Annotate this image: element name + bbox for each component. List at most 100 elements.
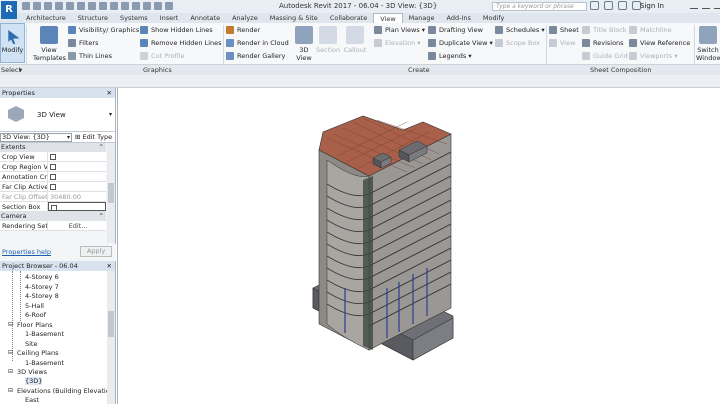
render-in-cloud-button[interactable]: Render in Cloud xyxy=(226,39,289,47)
filters-button[interactable]: Filters xyxy=(68,39,98,47)
tree-item[interactable]: 4-Storey 7 xyxy=(25,283,59,291)
close-icon[interactable]: ✕ xyxy=(107,261,112,271)
view-reference-button[interactable]: View Reference xyxy=(629,39,690,47)
visibility-graphics-button[interactable]: Visibility/ Graphics xyxy=(68,26,139,34)
collapse-icon[interactable]: ⊟ xyxy=(8,321,13,328)
undo-icon[interactable] xyxy=(55,2,63,10)
text-icon[interactable] xyxy=(110,2,118,10)
view-templates-button[interactable]: View Templates xyxy=(33,26,66,62)
property-value[interactable] xyxy=(48,172,106,181)
tree-item[interactable]: 4-Storey 6 xyxy=(25,273,59,281)
legends-button[interactable]: Legends ▾ xyxy=(428,52,472,60)
checkbox[interactable] xyxy=(50,183,56,190)
close-icon[interactable]: ✕ xyxy=(107,88,112,98)
search-icon[interactable] xyxy=(590,1,599,10)
render-gallery-button[interactable]: Render Gallery xyxy=(226,52,285,60)
tree-item[interactable]: 1-Basement xyxy=(25,359,64,367)
tree-item[interactable]: Floor Plans xyxy=(17,321,52,329)
revit-logo-icon[interactable]: R xyxy=(1,1,17,19)
help-icon[interactable] xyxy=(702,1,710,9)
subscription-icon[interactable] xyxy=(604,1,613,10)
elevation-button[interactable]: Elevation ▾ xyxy=(374,39,421,47)
plan-views-button[interactable]: Plan Views ▾ xyxy=(374,26,425,34)
show-hidden-lines-button[interactable]: Show Hidden Lines xyxy=(140,26,213,34)
rendering-edit-button[interactable]: Edit... xyxy=(48,221,106,230)
tab-structure[interactable]: Structure xyxy=(72,13,114,23)
tab-analyze[interactable]: Analyze xyxy=(226,13,264,23)
tab-add-ins[interactable]: Add-Ins xyxy=(441,13,477,23)
property-value[interactable] xyxy=(48,182,106,191)
sign-in-button[interactable]: Sign In xyxy=(640,2,664,10)
3d-view-icon[interactable] xyxy=(121,2,129,10)
collapse-icon[interactable]: ⊟ xyxy=(8,349,13,356)
drafting-view-button[interactable]: Drafting View xyxy=(428,26,483,34)
property-value[interactable] xyxy=(48,202,106,211)
section-icon[interactable] xyxy=(132,2,140,10)
checkbox[interactable] xyxy=(50,173,56,180)
tab-modify[interactable]: Modify xyxy=(477,13,511,23)
scope-box-button[interactable]: Scope Box xyxy=(495,39,540,47)
checkbox[interactable] xyxy=(50,153,56,160)
sheet-button[interactable]: Sheet xyxy=(549,26,579,34)
exchange-icon[interactable] xyxy=(690,1,698,9)
properties-help-link[interactable]: Properties help xyxy=(2,248,51,256)
measure-icon[interactable] xyxy=(88,2,96,10)
switch-windows-button[interactable]: Switch Windows xyxy=(696,26,720,62)
minimize-icon[interactable] xyxy=(714,1,720,9)
tab-massing-site[interactable]: Massing & Site xyxy=(264,13,324,23)
dimension-icon[interactable] xyxy=(99,2,107,10)
save-icon[interactable] xyxy=(33,2,41,10)
property-value[interactable] xyxy=(48,152,106,161)
tree-item[interactable]: Elevations (Building Elevation xyxy=(17,387,114,395)
switch-windows-icon[interactable] xyxy=(165,2,173,10)
tree-item[interactable]: East xyxy=(25,396,39,404)
properties-scrollbar[interactable] xyxy=(107,143,115,243)
tree-item[interactable]: 4-Storey 8 xyxy=(25,292,59,300)
category-extents[interactable]: Extents ⌃ xyxy=(0,143,106,152)
browser-scrollbar[interactable] xyxy=(107,271,115,404)
view-button[interactable]: View xyxy=(549,39,575,47)
sync-icon[interactable] xyxy=(44,2,52,10)
instance-select[interactable]: 3D View: {3D} xyxy=(0,132,72,142)
chevron-down-icon[interactable]: ▾ xyxy=(19,66,22,74)
guide-grid-button[interactable]: Guide Grid xyxy=(582,52,628,60)
checkbox[interactable] xyxy=(51,204,57,210)
3d-viewport[interactable] xyxy=(117,88,720,404)
thin-lines-button[interactable]: Thin Lines xyxy=(68,52,112,60)
tab-annotate[interactable]: Annotate xyxy=(184,13,226,23)
tree-item-selected[interactable]: {3D} xyxy=(25,377,43,385)
render-button[interactable]: Render xyxy=(226,26,260,34)
redo-icon[interactable] xyxy=(66,2,74,10)
open-icon[interactable] xyxy=(22,2,30,10)
tab-insert[interactable]: Insert xyxy=(154,13,185,23)
search-input[interactable]: Type a keyword or phrase xyxy=(492,2,587,11)
cut-profile-button[interactable]: Cut Profile xyxy=(140,52,184,60)
type-selector[interactable]: 3D View ▾ xyxy=(0,98,115,132)
tab-manage[interactable]: Manage xyxy=(403,13,441,23)
property-value[interactable] xyxy=(48,162,106,171)
tab-systems[interactable]: Systems xyxy=(114,13,154,23)
print-icon[interactable] xyxy=(77,2,85,10)
checkbox[interactable] xyxy=(50,163,56,170)
property-value[interactable]: 30480.00 xyxy=(48,192,106,201)
communication-icon[interactable] xyxy=(618,1,627,10)
tab-collaborate[interactable]: Collaborate xyxy=(324,13,373,23)
tree-item[interactable]: 6-Roof xyxy=(25,311,46,319)
category-camera[interactable]: Camera ⌃ xyxy=(0,212,106,221)
modify-button[interactable]: Modify xyxy=(0,23,25,63)
edit-type-button[interactable]: ⊞ Edit Type xyxy=(75,133,112,141)
duplicate-view-button[interactable]: Duplicate View ▾ xyxy=(428,39,493,47)
scrollbar-thumb[interactable] xyxy=(108,311,114,337)
schedules-button[interactable]: Schedules ▾ xyxy=(495,26,545,34)
tree-item[interactable]: 1-Basement xyxy=(25,330,64,338)
tree-item[interactable]: 5-Hall xyxy=(25,302,44,310)
matchline-button[interactable]: Matchline xyxy=(629,26,672,34)
collapse-icon[interactable]: ⊟ xyxy=(8,387,13,394)
close-hidden-icon[interactable] xyxy=(154,2,162,10)
3d-view-button[interactable]: 3D View xyxy=(292,26,316,62)
tree-item[interactable]: Site xyxy=(25,340,37,348)
tree-item[interactable]: Ceiling Plans xyxy=(17,349,58,357)
section-button[interactable]: Section xyxy=(316,26,340,54)
thin-lines-icon[interactable] xyxy=(143,2,151,10)
viewports-button[interactable]: Viewports ▾ xyxy=(629,52,677,60)
